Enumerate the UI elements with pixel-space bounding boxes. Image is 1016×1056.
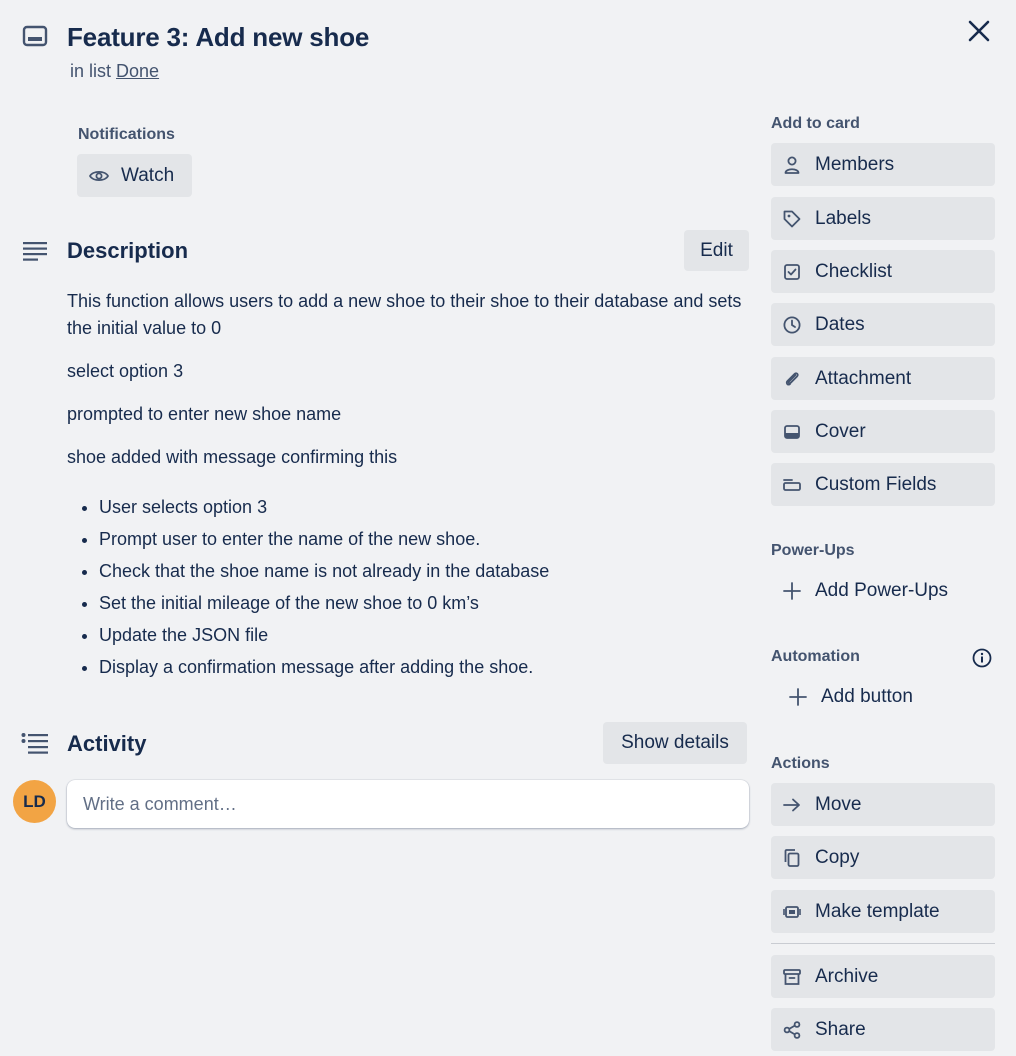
labels-label: Labels bbox=[815, 207, 871, 229]
eye-icon bbox=[89, 170, 109, 181]
archive-button[interactable]: Archive bbox=[771, 955, 995, 998]
card-icon bbox=[22, 25, 48, 49]
checklist-label: Checklist bbox=[815, 260, 893, 282]
watch-button[interactable]: Watch bbox=[77, 154, 192, 197]
avatar[interactable]: LD bbox=[13, 780, 56, 823]
tag-icon bbox=[783, 210, 801, 228]
person-icon bbox=[783, 156, 801, 174]
watch-label: Watch bbox=[121, 164, 175, 186]
list-location: in list Done bbox=[70, 61, 159, 82]
copy-label: Copy bbox=[815, 846, 860, 868]
edit-description-button[interactable]: Edit bbox=[684, 230, 749, 271]
add-button-button[interactable]: Add button bbox=[771, 677, 995, 717]
automation-label: Automation bbox=[771, 648, 860, 665]
cover-button[interactable]: Cover bbox=[771, 410, 995, 453]
fields-icon bbox=[783, 476, 801, 494]
description-body[interactable]: This function allows users to add a new … bbox=[67, 288, 747, 683]
list-item: Prompt user to enter the name of the new… bbox=[99, 523, 747, 555]
share-label: Share bbox=[815, 1018, 866, 1040]
description-list: User selects option 3 Prompt user to ent… bbox=[99, 491, 747, 683]
dates-button[interactable]: Dates bbox=[771, 303, 995, 346]
list-item: Set the initial mileage of the new shoe … bbox=[99, 587, 747, 619]
info-icon[interactable] bbox=[972, 648, 992, 668]
members-button[interactable]: Members bbox=[771, 143, 995, 186]
list-link[interactable]: Done bbox=[116, 61, 159, 81]
list-item: Check that the shoe name is not already … bbox=[99, 555, 747, 587]
powerups-label: Power-Ups bbox=[771, 542, 855, 559]
custom-fields-button[interactable]: Custom Fields bbox=[771, 463, 995, 506]
archive-label: Archive bbox=[815, 965, 879, 987]
description-paragraph: select option 3 bbox=[67, 361, 184, 381]
share-icon bbox=[783, 1020, 801, 1039]
arrow-right-icon bbox=[783, 796, 801, 814]
cover-icon bbox=[783, 423, 801, 441]
description-title: Description bbox=[67, 238, 189, 263]
move-button[interactable]: Move bbox=[771, 783, 995, 826]
list-item: User selects option 3 bbox=[99, 491, 747, 523]
dates-label: Dates bbox=[815, 313, 865, 335]
checkbox-icon bbox=[783, 263, 801, 281]
add-powerups-button[interactable]: Add Power-Ups bbox=[771, 571, 995, 611]
description-paragraph: This function allows users to add a new … bbox=[67, 291, 742, 338]
copy-icon bbox=[783, 848, 801, 867]
cover-label: Cover bbox=[815, 420, 866, 442]
attachment-label: Attachment bbox=[815, 367, 912, 389]
archive-icon bbox=[783, 968, 801, 986]
plus-icon bbox=[783, 582, 801, 600]
share-button[interactable]: Share bbox=[771, 1008, 995, 1051]
members-label: Members bbox=[815, 153, 895, 175]
custom-fields-label: Custom Fields bbox=[815, 473, 937, 495]
copy-button[interactable]: Copy bbox=[771, 836, 995, 879]
in-list-prefix: in list bbox=[70, 61, 112, 81]
paperclip-icon bbox=[783, 370, 801, 388]
clock-icon bbox=[783, 316, 801, 334]
notifications-label: Notifications bbox=[78, 126, 175, 143]
add-button-label: Add button bbox=[821, 686, 913, 707]
close-button[interactable] bbox=[962, 14, 996, 48]
actions-divider bbox=[771, 943, 995, 944]
add-to-card-label: Add to card bbox=[771, 115, 860, 132]
make-template-button[interactable]: Make template bbox=[771, 890, 995, 933]
activity-title: Activity bbox=[67, 731, 147, 756]
show-details-button[interactable]: Show details bbox=[603, 722, 747, 764]
comment-input[interactable]: Write a comment… bbox=[67, 780, 749, 828]
attachment-button[interactable]: Attachment bbox=[771, 357, 995, 400]
move-label: Move bbox=[815, 793, 862, 815]
add-powerups-label: Add Power-Ups bbox=[815, 580, 949, 601]
plus-icon bbox=[789, 688, 807, 706]
checklist-button[interactable]: Checklist bbox=[771, 250, 995, 293]
description-icon bbox=[22, 240, 48, 262]
template-icon bbox=[783, 903, 801, 921]
list-item: Display a confirmation message after add… bbox=[99, 651, 747, 683]
labels-button[interactable]: Labels bbox=[771, 197, 995, 240]
description-paragraph: prompted to enter new shoe name bbox=[67, 404, 342, 424]
list-item: Update the JSON file bbox=[99, 619, 747, 651]
make-template-label: Make template bbox=[815, 900, 940, 922]
description-paragraph: shoe added with message confirming this bbox=[67, 447, 398, 467]
actions-label: Actions bbox=[771, 755, 830, 772]
close-icon bbox=[968, 20, 990, 42]
card-title: Feature 3: Add new shoe bbox=[67, 22, 370, 52]
activity-icon bbox=[21, 732, 49, 754]
